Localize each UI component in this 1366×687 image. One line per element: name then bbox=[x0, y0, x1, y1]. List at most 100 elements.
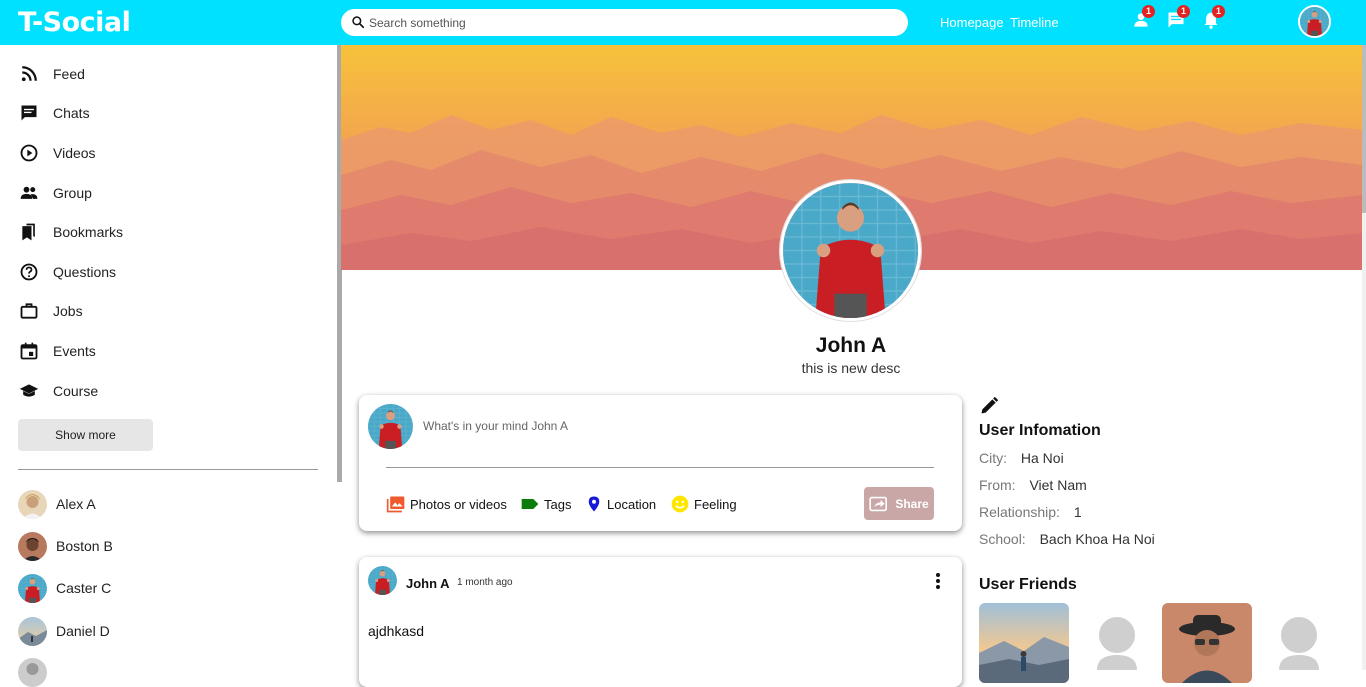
edit-icon[interactable] bbox=[979, 396, 999, 421]
info-row-from: From: Viet Nam bbox=[979, 477, 1087, 493]
option-label: Location bbox=[607, 496, 657, 512]
avatar-image bbox=[1300, 7, 1329, 36]
avatar bbox=[18, 616, 47, 646]
timeline-link[interactable]: Timeline bbox=[1010, 15, 1059, 30]
info-value: Ha Noi bbox=[1020, 450, 1064, 466]
post-timestamp: 1 month ago bbox=[457, 577, 513, 588]
post-author[interactable]: John A bbox=[406, 576, 450, 591]
sidebar-friend[interactable]: Boston B bbox=[18, 531, 113, 561]
sidebar-item-label: Group bbox=[53, 185, 92, 201]
bookmarks-icon bbox=[18, 221, 40, 243]
info-value: 1 bbox=[1073, 504, 1082, 520]
friend-requests-badge: 1 bbox=[1142, 5, 1155, 18]
tags-option[interactable]: Tags bbox=[520, 494, 571, 514]
sidebar-friend[interactable] bbox=[18, 657, 47, 687]
homepage-link[interactable]: Homepage bbox=[940, 15, 1004, 30]
rss-icon bbox=[18, 63, 40, 85]
location-pin-icon bbox=[588, 496, 600, 512]
info-row-relationship: Relationship: 1 bbox=[979, 504, 1082, 520]
school-icon bbox=[18, 380, 40, 402]
sidebar-item-events[interactable]: Events bbox=[18, 339, 96, 363]
location-option[interactable]: Location bbox=[585, 494, 656, 514]
friend-name: Daniel D bbox=[56, 623, 110, 639]
notifications-button[interactable]: 1 bbox=[1201, 5, 1225, 32]
sidebar-item-label: Videos bbox=[53, 145, 96, 161]
share-label: Share bbox=[895, 496, 929, 511]
sidebar-item-questions[interactable]: Questions bbox=[18, 260, 116, 284]
scrollbar-thumb[interactable] bbox=[1362, 45, 1366, 213]
sidebar-item-jobs[interactable]: Jobs bbox=[18, 299, 83, 323]
sidebar-item-chats[interactable]: Chats bbox=[18, 101, 90, 125]
friend-name: Alex A bbox=[56, 496, 96, 512]
friend-requests-button[interactable]: 1 bbox=[1131, 5, 1155, 32]
profile-picture[interactable] bbox=[780, 180, 921, 321]
sidebar-item-videos[interactable]: Videos bbox=[18, 141, 96, 165]
profile-name: John A bbox=[815, 334, 887, 357]
avatar bbox=[18, 574, 47, 603]
sidebar-friend[interactable]: Caster C bbox=[18, 573, 111, 603]
share-icon bbox=[869, 496, 888, 511]
friend-tile[interactable] bbox=[1162, 603, 1252, 683]
post-card: John A 1 month ago ajdhkasd bbox=[359, 557, 962, 687]
sidebar-item-group[interactable]: Group bbox=[18, 181, 92, 205]
page-scrollbar[interactable] bbox=[1362, 45, 1366, 670]
user-avatar[interactable] bbox=[1298, 5, 1331, 38]
avatar bbox=[18, 657, 47, 687]
more-options-icon[interactable] bbox=[934, 572, 942, 595]
friend-placeholder-icon[interactable] bbox=[1094, 617, 1140, 670]
post-composer: What's in your mind John A Photos or vid… bbox=[359, 395, 962, 531]
option-label: Feeling bbox=[694, 496, 737, 512]
share-button[interactable]: Share bbox=[864, 487, 934, 520]
friend-name: Caster C bbox=[56, 580, 112, 596]
sidebar-item-label: Feed bbox=[53, 66, 85, 82]
profile-description: this is new desc bbox=[801, 360, 901, 376]
info-key: City: bbox=[979, 450, 1007, 466]
sidebar-divider bbox=[18, 469, 318, 470]
option-label: Photos or videos bbox=[410, 496, 507, 512]
avatar bbox=[368, 404, 413, 449]
sidebar-friend[interactable]: Daniel D bbox=[18, 616, 110, 646]
sidebar-item-label: Jobs bbox=[53, 303, 83, 319]
calendar-icon bbox=[18, 340, 40, 362]
composer-divider bbox=[386, 467, 934, 468]
messages-button[interactable]: 1 bbox=[1166, 5, 1190, 32]
friend-tile[interactable] bbox=[979, 603, 1069, 683]
sidebar-item-label: Course bbox=[53, 383, 99, 399]
avatar[interactable] bbox=[368, 566, 397, 595]
chat-icon bbox=[18, 102, 40, 124]
sidebar-item-bookmarks[interactable]: Bookmarks bbox=[18, 220, 123, 244]
sidebar-friend[interactable]: Alex A bbox=[18, 489, 96, 519]
search-bar[interactable] bbox=[341, 9, 908, 36]
photos-option[interactable]: Photos or videos bbox=[386, 494, 507, 514]
info-value: Viet Nam bbox=[1029, 477, 1087, 493]
friend-placeholder-icon[interactable] bbox=[1276, 617, 1322, 670]
search-icon bbox=[352, 16, 365, 29]
sidebar-item-feed[interactable]: Feed bbox=[18, 62, 85, 86]
info-row-city: City: Ha Noi bbox=[979, 450, 1064, 466]
info-key: From: bbox=[979, 477, 1016, 493]
user-info-title: User Infomation bbox=[979, 422, 1101, 439]
sidebar-item-label: Questions bbox=[53, 264, 117, 280]
group-icon bbox=[18, 182, 40, 204]
help-circle-icon bbox=[18, 261, 40, 283]
avatar bbox=[18, 489, 47, 519]
sidebar-item-course[interactable]: Course bbox=[18, 379, 98, 403]
friend-name: Boston B bbox=[56, 538, 113, 554]
app-logo[interactable]: T-Social bbox=[18, 7, 131, 38]
post-input[interactable]: What's in your mind John A bbox=[423, 419, 568, 433]
search-input[interactable] bbox=[369, 9, 889, 36]
option-label: Tags bbox=[544, 496, 572, 512]
briefcase-icon bbox=[18, 300, 40, 322]
messages-badge: 1 bbox=[1177, 5, 1190, 18]
smiley-icon bbox=[671, 495, 689, 513]
user-friends-title: User Friends bbox=[979, 576, 1077, 593]
info-key: School: bbox=[979, 531, 1026, 547]
show-more-button[interactable]: Show more bbox=[18, 419, 153, 451]
feeling-option[interactable]: Feeling bbox=[670, 494, 737, 514]
sidebar-item-label: Chats bbox=[53, 105, 90, 121]
sidebar-item-label: Bookmarks bbox=[53, 224, 124, 240]
top-bar: T-Social Homepage Timeline 1 1 1 bbox=[0, 0, 1366, 45]
info-key: Relationship: bbox=[979, 504, 1060, 520]
info-value: Bach Khoa Ha Noi bbox=[1039, 531, 1155, 547]
play-circle-icon bbox=[18, 142, 40, 164]
